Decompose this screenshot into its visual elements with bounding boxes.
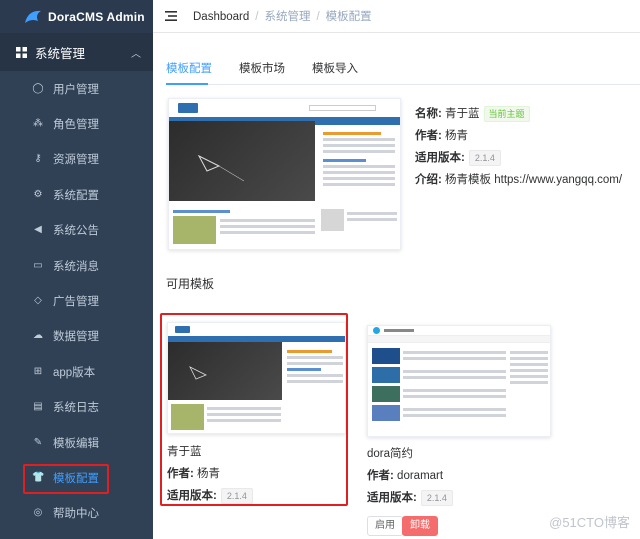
uninstall-button[interactable]: 卸载 <box>402 516 438 536</box>
sidebar-item-label: 模板编辑 <box>53 437 99 450</box>
tag-icon: ◇ <box>34 295 42 307</box>
highlight-box <box>160 313 348 506</box>
sidebar-item-announcements[interactable]: ◀ 系统公告 <box>0 213 153 248</box>
sidebar-item-logs[interactable]: ▤ 系统日志 <box>0 390 153 425</box>
sidebar-item-users[interactable]: ◯ 用户管理 <box>0 71 153 106</box>
name-label: 名称: <box>415 108 442 120</box>
sidebar-item-label: 角色管理 <box>53 119 99 132</box>
tab-template-config[interactable]: 模板配置 <box>166 60 212 84</box>
available-templates-title: 可用模板 <box>166 277 215 291</box>
sidebar-group-label: 系统管理 <box>35 46 86 61</box>
app-title: DoraCMS Admin <box>48 9 145 24</box>
version-tag: 2.1.4 <box>420 490 453 506</box>
tab-active-indicator <box>166 83 208 85</box>
template-card-info: dora简约 作者: doramart 适用版本: 2.1.4 <box>367 443 453 509</box>
author-label: 作者: <box>367 470 394 482</box>
watermark: @51CTO博客 <box>549 515 630 530</box>
sidebar-item-roles[interactable]: ⁂ 角色管理 <box>0 106 153 141</box>
breadcrumb-separator: / <box>255 11 259 23</box>
enable-button[interactable]: 启用 <box>367 516 403 536</box>
database-icon: ☁ <box>33 330 43 342</box>
breadcrumb-level2: 模板配置 <box>325 11 372 23</box>
sidebar: DoraCMS Admin 系统管理 ︿ ◯ 用户管理 ⁂ 角色管理 ⚷ 资源管理 ⚙… <box>0 0 153 539</box>
version-label: 适用版本: <box>367 492 417 504</box>
sidebar-item-label: 数据管理 <box>53 331 99 344</box>
sidebar-item-label: 资源管理 <box>53 154 99 167</box>
intro-label: 介绍: <box>415 174 442 186</box>
template-card-preview[interactable] <box>367 325 551 437</box>
grid-icon <box>16 46 27 58</box>
breadcrumb-home[interactable]: Dashboard <box>193 11 249 23</box>
user-icon: ◯ <box>32 82 44 94</box>
current-theme-preview <box>168 98 401 250</box>
edit-icon: ✎ <box>33 436 43 448</box>
sidebar-item-ads[interactable]: ◇ 广告管理 <box>0 283 153 318</box>
tab-template-market[interactable]: 模板市场 <box>239 60 285 84</box>
main-content: Dashboard / 系统管理 / 模板配置 模板配置 模板市场 模板导入 名称: 青… <box>153 0 640 539</box>
sidebar-item-label: 用户管理 <box>53 83 99 96</box>
sidebar-group-system[interactable]: 系统管理 ︿ <box>0 33 153 71</box>
tab-template-import[interactable]: 模板导入 <box>312 60 358 84</box>
breadcrumb-level1: 系统管理 <box>264 11 311 23</box>
tab-bar: 模板配置 模板市场 模板导入 <box>166 60 385 84</box>
template-card-author: doramart <box>397 470 444 482</box>
sidebar-item-template-edit[interactable]: ✎ 模板编辑 <box>0 425 153 460</box>
sidebar-item-label: 系统配置 <box>53 189 99 202</box>
tab-divider <box>166 84 640 85</box>
log-icon: ▤ <box>33 401 43 413</box>
theme-intro: 杨青模板 https://www.yangqq.com/ <box>445 174 623 186</box>
gear-icon: ⚙ <box>33 188 43 200</box>
sidebar-item-label: 系统公告 <box>53 225 99 238</box>
sidebar-item-app-version[interactable]: ⊞ app版本 <box>0 354 153 389</box>
message-icon: ▭ <box>33 259 43 271</box>
megaphone-icon: ◀ <box>34 224 42 236</box>
theme-name: 青于蓝 <box>445 108 480 120</box>
version-tag: 2.1.4 <box>468 150 501 166</box>
dora-logo-icon <box>25 10 41 23</box>
sidebar-item-label: 系统日志 <box>53 402 99 415</box>
highlight-box <box>23 464 109 494</box>
app-logo[interactable]: DoraCMS Admin <box>0 0 153 33</box>
version-label: 适用版本: <box>415 152 465 164</box>
author-label: 作者: <box>415 130 442 142</box>
help-icon: ◎ <box>33 507 43 519</box>
current-theme-badge: 当前主题 <box>483 106 530 122</box>
sidebar-item-label: 广告管理 <box>53 296 99 309</box>
template-card-name: dora简约 <box>367 448 414 460</box>
sidebar-item-resources[interactable]: ⚷ 资源管理 <box>0 142 153 177</box>
current-theme-info: 名称: 青于蓝 当前主题 作者: 杨青 适用版本: 2.1.4 介绍: 杨青模板 h… <box>415 103 622 191</box>
sidebar-item-messages[interactable]: ▭ 系统消息 <box>0 248 153 283</box>
sidebar-item-help[interactable]: ◎ 帮助中心 <box>0 496 153 531</box>
sidebar-item-label: 系统消息 <box>53 260 99 273</box>
app-icon: ⊞ <box>33 365 43 377</box>
theme-author: 杨青 <box>445 130 469 142</box>
hamburger-icon[interactable] <box>165 11 177 21</box>
sidebar-item-data[interactable]: ☁ 数据管理 <box>0 319 153 354</box>
topbar: Dashboard / 系统管理 / 模板配置 <box>153 0 640 33</box>
breadcrumb-separator: / <box>316 11 320 23</box>
key-icon: ⚷ <box>34 153 42 165</box>
chevron-up-icon: ︿ <box>131 48 141 60</box>
role-icon: ⁂ <box>33 118 43 130</box>
sidebar-item-system-config[interactable]: ⚙ 系统配置 <box>0 177 153 212</box>
sidebar-item-label: app版本 <box>53 366 96 379</box>
sidebar-item-label: 帮助中心 <box>53 508 99 521</box>
breadcrumb: Dashboard / 系统管理 / 模板配置 <box>193 8 372 24</box>
